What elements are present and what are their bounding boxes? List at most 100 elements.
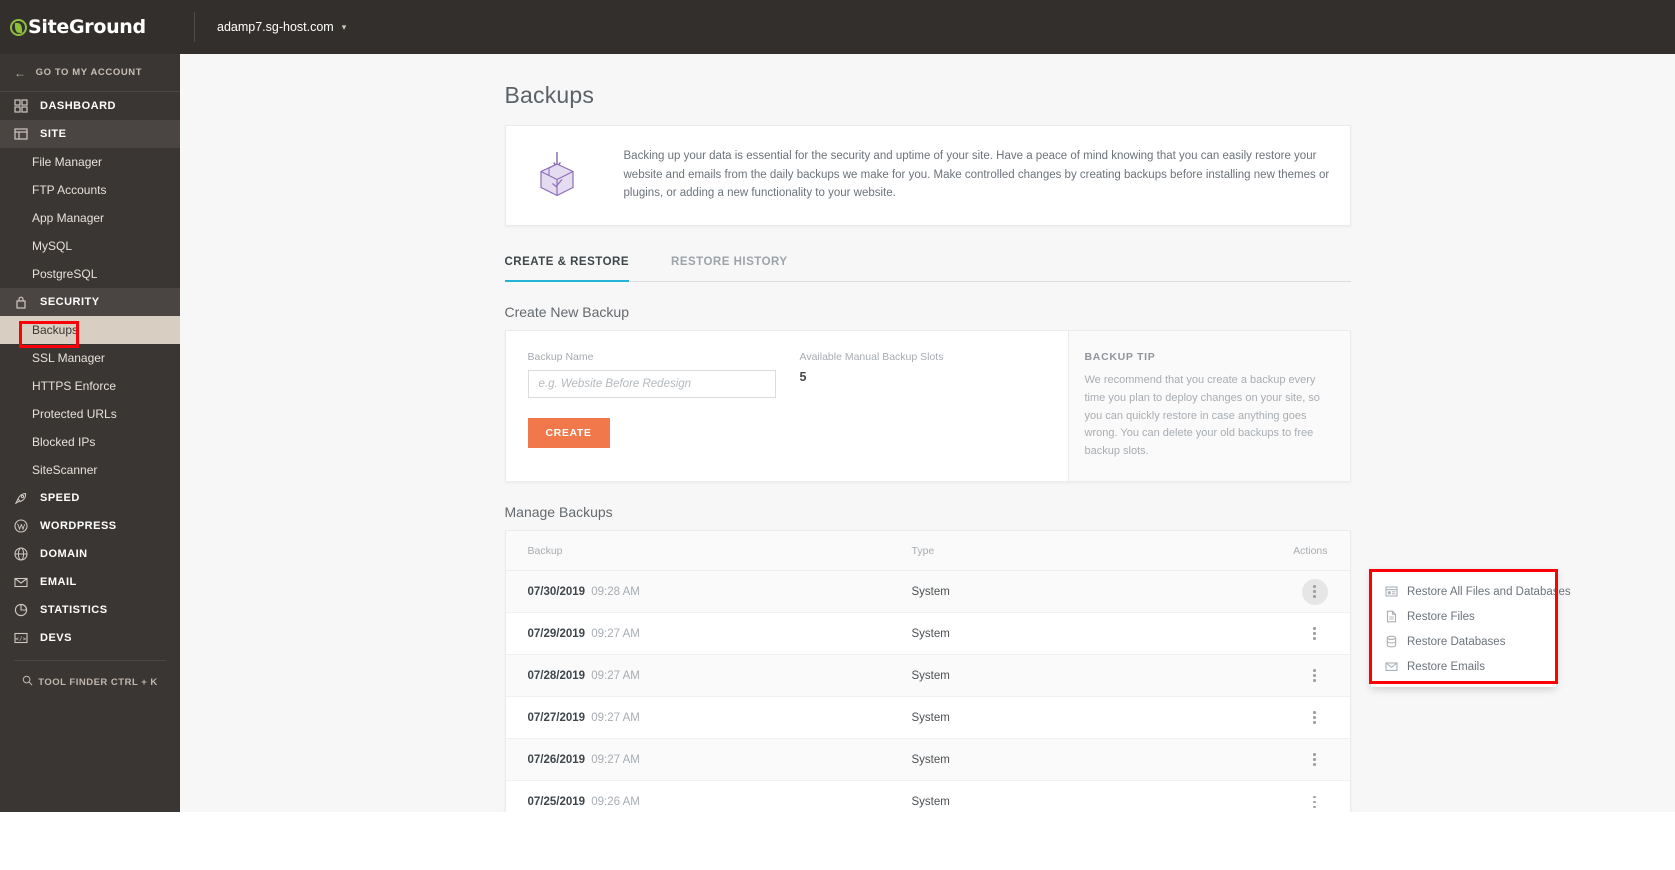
sidebar-group-domain[interactable]: DOMAIN [0,540,180,568]
table-row: 07/26/2019 09:27 AM System [505,739,1350,782]
column-header-actions: Actions [1293,544,1328,557]
menu-item-label: Restore Emails [1407,660,1485,673]
sidebar-item-ftp-accounts[interactable]: FTP Accounts [0,176,180,204]
tab-label: RESTORE HISTORY [671,256,788,268]
sidebar-group-statistics[interactable]: STATISTICS [0,596,180,624]
menu-item-restore-files[interactable]: Restore Files [1371,604,1556,629]
sidebar-item-label: Blocked IPs [32,435,96,449]
backup-name-input[interactable] [527,370,776,398]
restore-actions-dropdown: Restore All Files and Databases Restore … [1371,571,1571,687]
create-button[interactable]: CREATE [527,418,610,448]
backup-time: 09:27 AM [591,753,640,766]
sidebar-group-devs[interactable]: </> DEVS [0,624,180,652]
sidebar-item-postgresql[interactable]: PostgreSQL [0,260,180,288]
tabs: CREATE & RESTORE RESTORE HISTORY [504,242,1351,282]
sidebar-group-label: EMAIL [40,576,77,588]
siteground-logo[interactable]: SiteGround [0,0,180,54]
site-selector[interactable]: adamp7.sg-host.com ▾ [217,20,346,34]
siteground-site-tools-page: SiteGround ← GO TO MY ACCOUNT DASHBOARD … [0,0,1675,870]
info-banner-text: Backing up your data is essential for th… [623,150,1330,200]
sidebar-group-wordpress[interactable]: WORDPRESS [0,512,180,540]
actions-cell [1268,789,1328,812]
wordpress-icon [14,519,28,533]
envelope-icon [1385,660,1398,673]
sidebar-group-site[interactable]: SITE [0,120,180,148]
sidebar-item-backups[interactable]: Backups [0,316,180,344]
backup-date: 07/30/2019 [527,585,586,598]
sidebar-group-label: SITE [40,128,67,140]
backup-name-field-group: Backup Name CREATE [527,351,800,459]
backup-date: 07/28/2019 [527,669,586,682]
info-banner: Backing up your data is essential for th… [504,125,1351,226]
restore-all-icon [1385,585,1398,598]
sidebar-group-label: DEVS [40,632,72,644]
menu-item-restore-emails[interactable]: Restore Emails [1371,654,1556,679]
available-slots-label: Available Manual Backup Slots [799,351,944,363]
backup-cell: 07/26/2019 09:27 AM [528,754,912,766]
backup-tip-panel: BACKUP TIP We recommend that you create … [1067,331,1350,482]
row-actions-menu-button[interactable] [1302,621,1328,647]
sidebar-item-label: File Manager [32,155,103,169]
table-row: 07/25/2019 09:26 AM System [506,781,1350,812]
menu-item-restore-databases[interactable]: Restore Databases [1371,629,1556,654]
speed-icon [14,491,28,505]
pie-chart-icon [14,603,28,617]
sidebar-item-sitescanner[interactable]: SiteScanner [0,456,180,484]
row-actions-menu-button[interactable] [1302,663,1328,689]
tool-finder-label: TOOL FINDER CTRL + K [38,676,158,688]
tool-finder-button[interactable]: TOOL FINDER CTRL + K [0,675,180,689]
row-actions-menu-button[interactable] [1302,789,1328,812]
topbar-divider [194,12,195,42]
sidebar-item-label: PostgreSQL [32,267,98,281]
tab-label: CREATE & RESTORE [504,256,630,268]
tab-create-and-restore[interactable]: CREATE & RESTORE [504,243,630,282]
row-actions-menu-button[interactable] [1302,705,1328,731]
sidebar-group-security[interactable]: SECURITY [0,288,180,316]
sidebar-item-label: FTP Accounts [32,183,107,197]
content-column: Backups Backing up your data is essentia… [504,54,1351,812]
sidebar-group-label: DASHBOARD [40,100,116,112]
sidebar-item-app-manager[interactable]: App Manager [0,204,180,232]
sidebar-group-email[interactable]: EMAIL [0,568,180,596]
backup-cell: 07/30/2019 09:28 AM [528,586,912,598]
backup-date: 07/29/2019 [527,627,586,640]
sidebar-item-blocked-ips[interactable]: Blocked IPs [0,428,180,456]
backup-time: 09:27 AM [591,627,640,640]
sidebar-group-speed[interactable]: SPEED [0,484,180,512]
create-new-backup-title: Create New Backup [504,304,630,320]
site-icon [14,127,28,141]
available-slots-value: 5 [799,370,807,384]
row-actions-menu-button[interactable] [1301,578,1328,605]
sidebar-item-ssl-manager[interactable]: SSL Manager [0,344,180,372]
go-to-my-account-label: GO TO MY ACCOUNT [35,67,143,78]
backup-cell: 07/28/2019 09:27 AM [528,670,912,682]
sidebar-item-protected-urls[interactable]: Protected URLs [0,400,180,428]
sidebar-item-label: MySQL [32,239,73,253]
backups-table: Backup Type Actions 07/30/2019 09:28 AM … [504,530,1351,812]
table-row: 07/30/2019 09:28 AM System [505,571,1350,614]
table-row: 07/28/2019 09:27 AM System [505,655,1350,698]
sidebar-group-dashboard[interactable]: DASHBOARD [0,92,180,120]
sidebar-item-label: App Manager [32,211,105,225]
backup-tip-body: We recommend that you create a backup ev… [1084,374,1320,458]
create-backup-form: Backup Name CREATE Available Manual Back… [506,331,1068,481]
sidebar-item-file-manager[interactable]: File Manager [0,148,180,176]
menu-item-label: Restore All Files and Databases [1407,585,1571,598]
go-to-my-account-link[interactable]: ← GO TO MY ACCOUNT [0,54,180,92]
actions-cell [1268,621,1328,647]
backup-time: 09:27 AM [591,711,640,724]
sidebar-group-label: WORDPRESS [40,520,117,532]
type-cell: System [911,585,950,598]
column-header-type: Type [911,544,935,557]
sidebar-item-https-enforce[interactable]: HTTPS Enforce [0,372,180,400]
sidebar-item-label: SiteScanner [32,463,98,477]
backup-date: 07/27/2019 [527,711,586,724]
manage-backups-title: Manage Backups [504,504,613,521]
sidebar-item-mysql[interactable]: MySQL [0,232,180,260]
tab-restore-history[interactable]: RESTORE HISTORY [671,243,788,282]
table-row: 07/29/2019 09:27 AM System [505,613,1350,656]
menu-item-restore-all-files-and-databases[interactable]: Restore All Files and Databases [1371,579,1571,604]
main-content: Backups Backing up your data is essentia… [180,54,1675,812]
svg-text:</>: </> [15,636,26,642]
row-actions-menu-button[interactable] [1302,747,1328,773]
